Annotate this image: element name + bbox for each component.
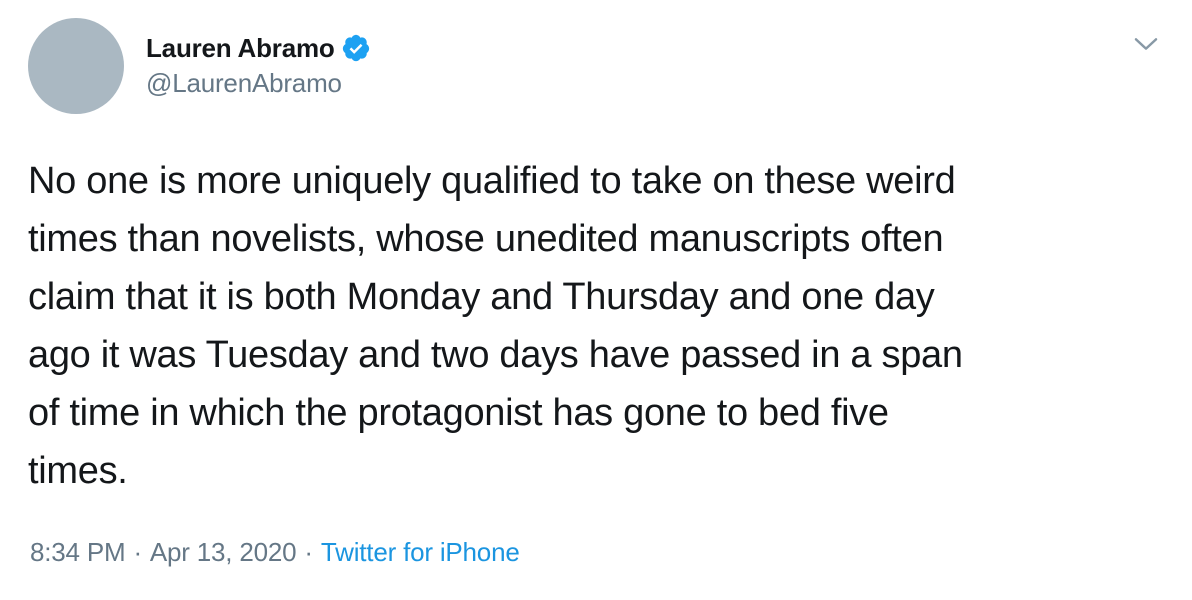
author-handle[interactable]: @LaurenAbramo [146, 68, 371, 99]
tweet-text: No one is more uniquely qualified to tak… [28, 160, 963, 492]
meta-separator: · [304, 537, 313, 567]
tweet-author: Lauren Abramo @LaurenAbramo [146, 30, 371, 99]
verified-badge-icon [342, 34, 369, 62]
tweet-meta: 8:34 PM · Apr 13, 2020 · Twitter for iPh… [30, 537, 520, 568]
tweet-card: Lauren Abramo @LaurenAbramo No one is mo… [0, 0, 1192, 600]
tweet-source-link[interactable]: Twitter for iPhone [321, 537, 520, 568]
tweet-date[interactable]: Apr 13, 2020 [150, 537, 297, 568]
chevron-down-icon[interactable] [1130, 28, 1162, 60]
meta-separator: · [133, 537, 142, 567]
tweet-time[interactable]: 8:34 PM [30, 537, 126, 568]
avatar[interactable] [28, 18, 124, 114]
author-display-name[interactable]: Lauren Abramo [146, 33, 335, 64]
author-name-row: Lauren Abramo [146, 30, 371, 66]
